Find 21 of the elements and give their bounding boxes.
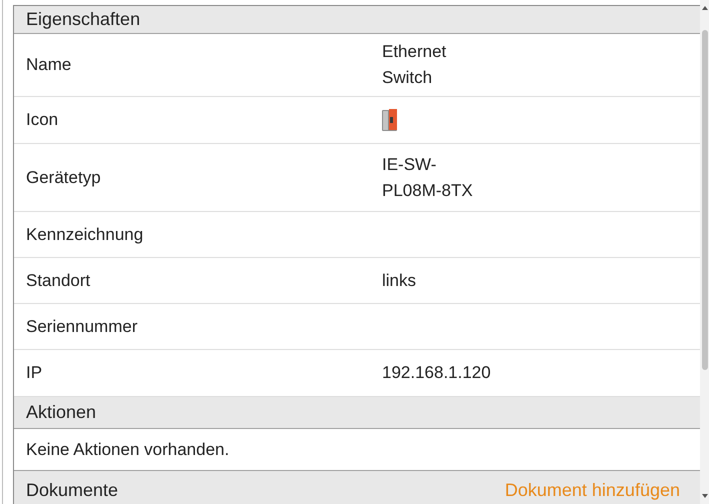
add-document-link[interactable]: Dokument hinzufügen [504, 477, 680, 504]
property-label: Kennzeichnung [25, 224, 144, 246]
scroll-up-icon[interactable] [702, 6, 708, 10]
scroll-down-icon[interactable] [702, 494, 708, 498]
property-value: Ethernet Switch [382, 41, 448, 89]
property-value: 192.168.1.120 [382, 362, 491, 384]
property-label: IP [25, 362, 44, 384]
property-value: links [382, 270, 418, 292]
section-title: Aktionen [26, 401, 96, 424]
property-label: Standort [25, 270, 92, 292]
property-label: Name [25, 54, 72, 76]
scrollbar-thumb[interactable] [702, 30, 708, 370]
section-title: Eigenschaften [26, 8, 140, 31]
property-value: IE-SW-PL08M-8TX [382, 154, 474, 202]
device-icon [382, 108, 398, 132]
property-label: Icon [25, 109, 60, 132]
empty-message: Keine Aktionen vorhanden. [26, 438, 230, 461]
property-label: Gerätetyp [25, 166, 102, 189]
property-label: Seriennummer [25, 316, 138, 338]
scrollbar[interactable] [700, 0, 709, 504]
section-title: Dokumente [26, 479, 118, 502]
